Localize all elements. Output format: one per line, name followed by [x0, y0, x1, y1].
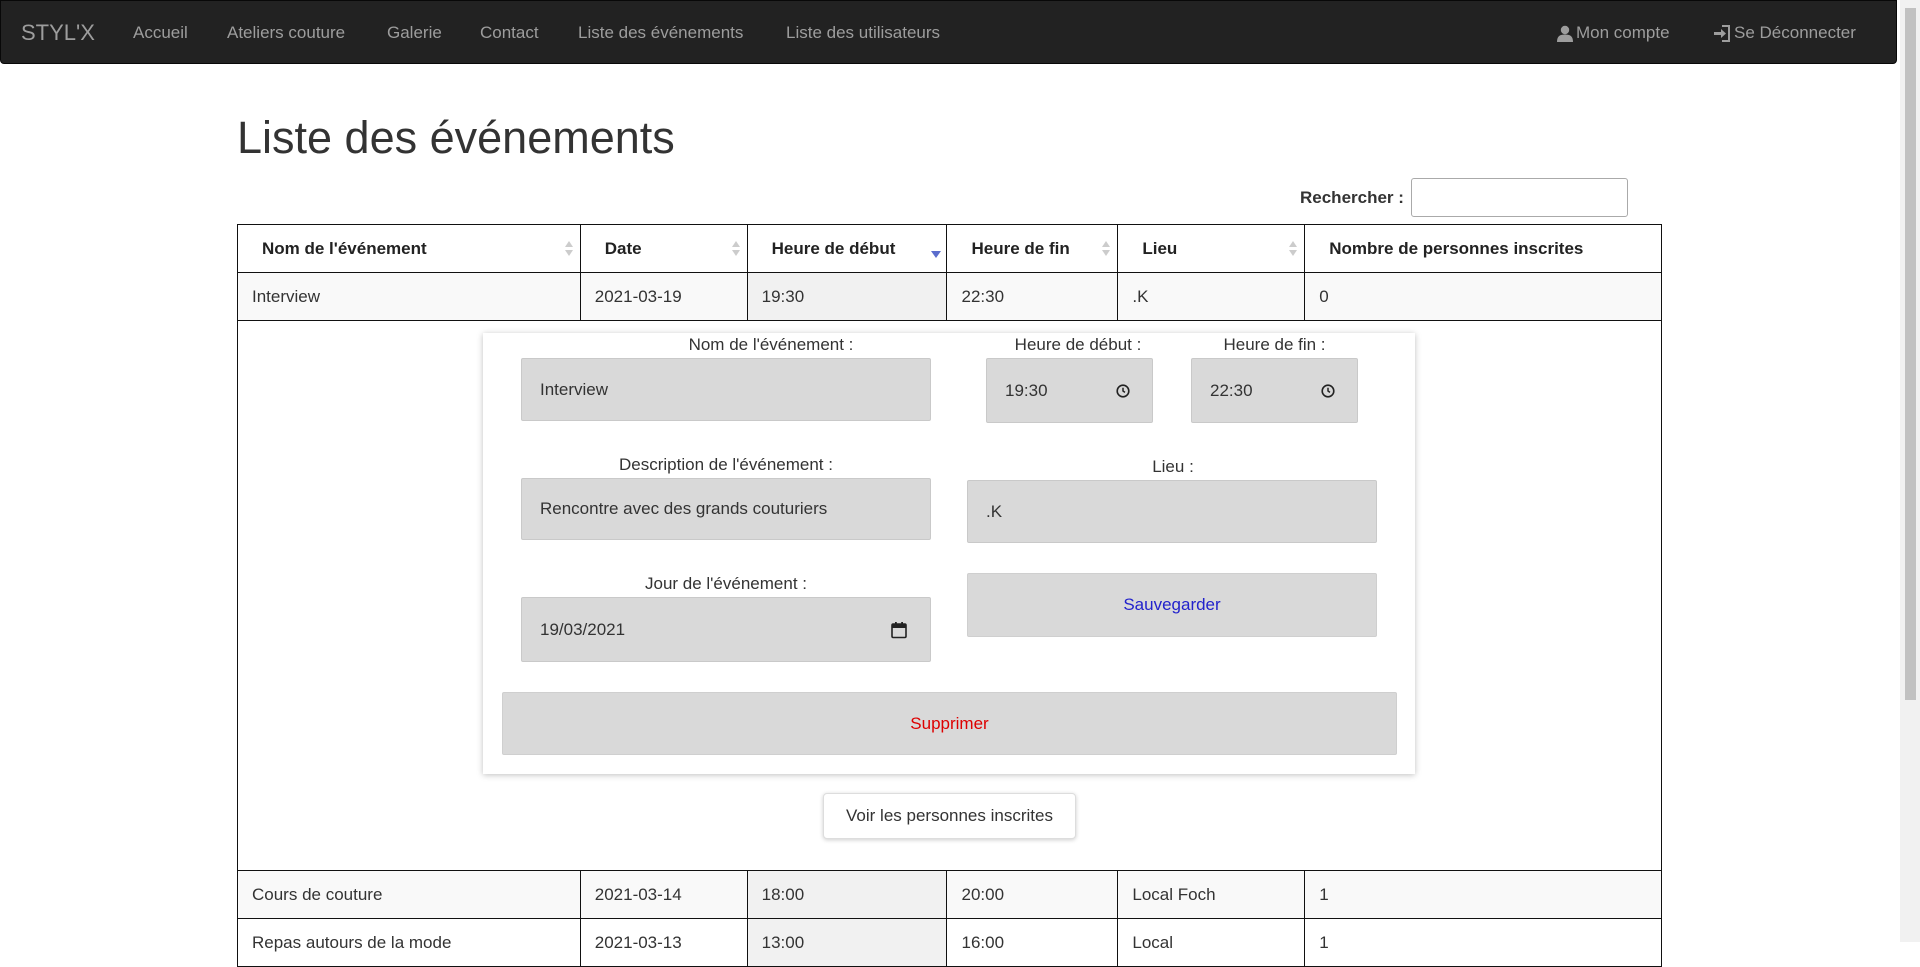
nav-link-ateliers[interactable]: Ateliers couture [227, 23, 345, 43]
cell-event-name: Repas autours de la mode [237, 918, 581, 967]
account-label: Mon compte [1576, 23, 1670, 42]
cell-start-time: 13:00 [746, 918, 948, 967]
search-label: Rechercher : [1300, 188, 1404, 207]
cell-place: Local Foch [1117, 870, 1306, 919]
place-label: Lieu : [1152, 457, 1194, 476]
nav-link-accueil[interactable]: Accueil [133, 23, 188, 43]
cell-start-time: 19:30 [746, 272, 948, 321]
table-row[interactable]: Interview 2021-03-19 19:30 22:30 .K 0 [237, 272, 1662, 321]
header-place[interactable]: Lieu [1117, 224, 1306, 273]
end-time-input[interactable]: 22:30 [1191, 358, 1358, 423]
cell-event-name: Interview [237, 272, 581, 321]
edit-event-panel: Nom de l'événement : Interview Heure de … [483, 333, 1415, 774]
header-event-name[interactable]: Nom de l'événement [237, 224, 581, 273]
event-name-label: Nom de l'événement : [688, 335, 854, 354]
event-name-input[interactable]: Interview [521, 358, 931, 421]
cell-end-time: 22:30 [946, 272, 1119, 321]
cell-date: 2021-03-13 [579, 918, 748, 967]
cell-date: 2021-03-19 [579, 272, 748, 321]
search-input[interactable] [1411, 178, 1628, 217]
place-input[interactable]: .K [967, 480, 1377, 543]
calendar-icon[interactable] [891, 621, 907, 638]
nav-link-contact[interactable]: Contact [480, 23, 539, 43]
user-icon [1557, 25, 1573, 42]
sort-icon [1101, 241, 1111, 259]
event-name-value: Interview [540, 379, 609, 399]
cell-registered-count: 1 [1304, 918, 1662, 967]
description-input[interactable]: Rencontre avec des grands couturiers [521, 478, 931, 540]
page-title: Liste des événements [237, 112, 675, 163]
cell-place: Local [1117, 918, 1306, 967]
cell-end-time: 20:00 [946, 870, 1119, 919]
clock-icon[interactable] [1116, 383, 1130, 398]
cell-end-time: 16:00 [946, 918, 1119, 967]
sort-icon [731, 241, 741, 259]
description-label: Description de l'événement : [619, 455, 833, 474]
view-registered-button[interactable]: Voir les personnes inscrites [823, 793, 1076, 839]
delete-button[interactable]: Supprimer [502, 692, 1397, 755]
sort-icon [1288, 241, 1298, 259]
top-navbar: STYL'X Accueil Ateliers couture Galerie … [0, 0, 1897, 64]
account-link[interactable]: Mon compte [1557, 23, 1670, 43]
cell-registered-count: 0 [1304, 272, 1662, 321]
sort-desc-icon [930, 241, 942, 259]
start-time-input[interactable]: 19:30 [986, 358, 1153, 423]
save-button[interactable]: Sauvegarder [967, 573, 1377, 637]
header-date[interactable]: Date [579, 224, 748, 273]
nav-link-galerie[interactable]: Galerie [387, 23, 442, 43]
sort-icon [564, 241, 574, 259]
end-time-label: Heure de fin : [1223, 335, 1326, 354]
event-day-value: 19/03/2021 [540, 619, 626, 639]
nav-link-evenements[interactable]: Liste des événements [578, 23, 743, 43]
log-in-icon [1713, 24, 1731, 42]
end-time-value: 22:30 [1210, 380, 1253, 400]
brand-link[interactable]: STYL'X [21, 20, 95, 46]
event-day-input[interactable]: 19/03/2021 [521, 597, 931, 662]
header-registered-count: Nombre de personnes inscrites [1304, 224, 1662, 273]
cell-event-name: Cours de couture [237, 870, 581, 919]
scrollbar-thumb[interactable] [1905, 8, 1916, 700]
cell-place: .K [1117, 272, 1306, 321]
table-row[interactable]: Repas autours de la mode 2021-03-13 13:0… [237, 918, 1662, 967]
logout-link[interactable]: Se Déconnecter [1713, 23, 1856, 43]
logout-label: Se Déconnecter [1734, 23, 1856, 42]
place-value: .K [986, 501, 1003, 521]
table-header-row: Nom de l'événement Date Heure de début H… [237, 224, 1662, 273]
event-day-label: Jour de l'événement : [644, 574, 807, 593]
header-end-time[interactable]: Heure de fin [946, 224, 1119, 273]
nav-link-utilisateurs[interactable]: Liste des utilisateurs [786, 23, 940, 43]
header-start-time[interactable]: Heure de début [746, 224, 948, 273]
start-time-value: 19:30 [1005, 380, 1048, 400]
start-time-label: Heure de début : [1014, 335, 1142, 354]
description-value: Rencontre avec des grands couturiers [540, 499, 828, 518]
clock-icon[interactable] [1321, 383, 1335, 398]
page-scrollbar[interactable] [1900, 0, 1920, 942]
cell-registered-count: 1 [1304, 870, 1662, 919]
cell-date: 2021-03-14 [579, 870, 748, 919]
cell-start-time: 18:00 [746, 870, 948, 919]
table-row[interactable]: Cours de couture 2021-03-14 18:00 20:00 … [237, 870, 1662, 919]
